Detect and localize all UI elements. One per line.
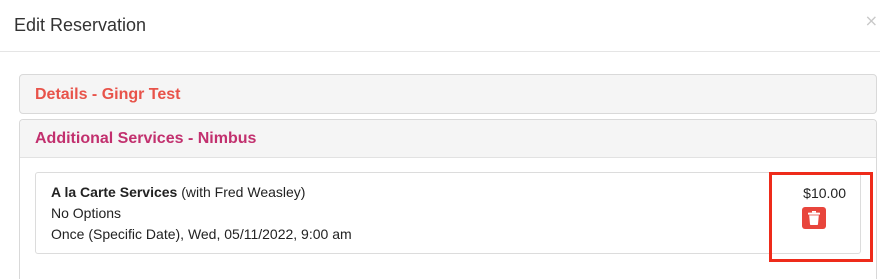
delete-service-button[interactable]: [802, 207, 826, 229]
service-item-card: A la Carte Services (with Fred Weasley) …: [35, 172, 861, 254]
additional-services-heading[interactable]: Additional Services - Nimbus: [35, 129, 256, 149]
details-panel[interactable]: Details - Gingr Test: [19, 74, 877, 114]
details-panel-heading[interactable]: Details - Gingr Test: [35, 85, 181, 105]
additional-services-heading-bar[interactable]: Additional Services - Nimbus: [20, 120, 876, 158]
close-button[interactable]: ×: [865, 12, 878, 30]
additional-services-panel: Additional Services - Nimbus A la Carte …: [19, 119, 877, 279]
modal-title: Edit Reservation: [14, 15, 147, 35]
service-name: A la Carte Services: [51, 184, 178, 200]
trash-icon: [808, 211, 820, 225]
service-staff: (with Fred Weasley): [177, 184, 306, 200]
service-price: $10.00: [803, 185, 846, 201]
service-schedule: Once (Specific Date), Wed, 05/11/2022, 9…: [51, 226, 352, 242]
service-title-line: A la Carte Services (with Fred Weasley): [51, 183, 305, 201]
modal-header: Edit Reservation ×: [0, 0, 880, 52]
service-options: No Options: [51, 205, 122, 221]
